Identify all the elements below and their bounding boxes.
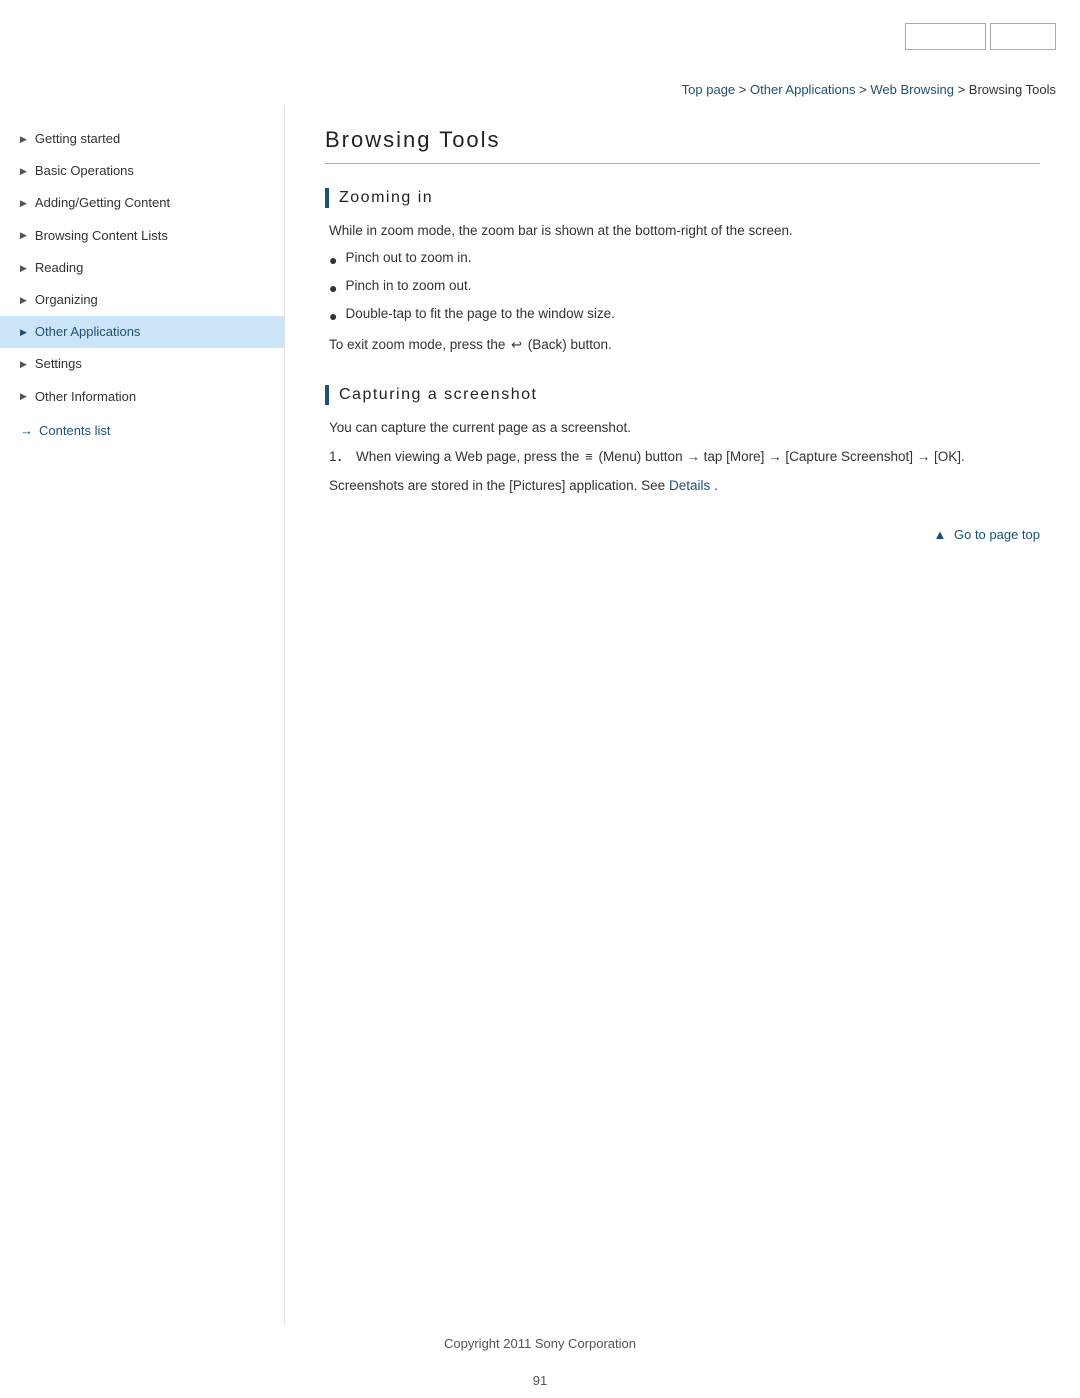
zooming-in-section: Zooming in While in zoom mode, the zoom …: [325, 188, 1040, 357]
screenshot-body: You can capture the current page as a sc…: [325, 417, 1040, 498]
step1-ok: [OK].: [934, 449, 965, 464]
sidebar-item-label: Other Information: [35, 388, 136, 406]
arrow-icon: →: [686, 449, 703, 464]
breadcrumb: Top page > Other Applications > Web Brow…: [0, 72, 1080, 107]
go-to-top-link[interactable]: ▲ Go to page top: [933, 527, 1040, 542]
sidebar-item-label: Other Applications: [35, 323, 141, 341]
contents-list-link[interactable]: → Contents list: [0, 413, 284, 444]
sidebar: ▶ Getting started ▶ Basic Operations ▶ A…: [0, 107, 285, 1324]
sidebar-item-label: Organizing: [35, 291, 98, 309]
sidebar-item-label: Adding/Getting Content: [35, 194, 170, 212]
zooming-in-heading: Zooming in: [325, 188, 1040, 208]
screenshot-note: Screenshots are stored in the [Pictures]…: [329, 475, 1040, 498]
triangle-up-icon: ▲: [933, 527, 946, 542]
menu-icon: ≡: [585, 446, 593, 468]
search-button[interactable]: Search: [905, 23, 986, 50]
breadcrumb-sep1: >: [739, 82, 750, 97]
zooming-bullet-list: ● Pinch out to zoom in. ● Pinch in to zo…: [329, 247, 1040, 328]
sidebar-item-settings[interactable]: ▶ Settings: [0, 348, 284, 380]
page-title: Browsing Tools: [325, 127, 1040, 164]
arrow-icon2: →: [768, 449, 785, 464]
screenshot-note-text: Screenshots are stored in the [Pictures]…: [329, 478, 665, 493]
chevron-right-icon: ▶: [20, 133, 27, 146]
sidebar-item-label: Basic Operations: [35, 162, 134, 180]
chevron-right-icon: ▶: [20, 262, 27, 275]
arrow-right-icon: →: [20, 423, 33, 438]
list-item: 1． When viewing a Web page, press the ≡ …: [329, 446, 1040, 469]
chevron-right-icon: ▶: [20, 229, 27, 242]
print-button[interactable]: Print: [990, 23, 1056, 50]
step1-mid: (Menu) button: [599, 449, 683, 464]
bullet-icon: ●: [329, 249, 337, 273]
exit-zoom-text: To exit zoom mode, press the ↩ (Back) bu…: [329, 334, 1040, 357]
copyright-text: Copyright 2011 Sony Corporation: [0, 1324, 1080, 1363]
bullet-text: Pinch out to zoom in.: [345, 247, 471, 270]
bullet-text: Double-tap to fit the page to the window…: [345, 303, 614, 326]
screenshot-steps: 1． When viewing a Web page, press the ≡ …: [329, 446, 1040, 469]
sidebar-item-label: Reading: [35, 259, 83, 277]
breadcrumb-other-applications[interactable]: Other Applications: [750, 82, 856, 97]
breadcrumb-top-page[interactable]: Top page: [682, 82, 736, 97]
sidebar-item-adding-content[interactable]: ▶ Adding/Getting Content: [0, 187, 284, 219]
chevron-right-icon: ▶: [20, 197, 27, 210]
exit-zoom-post: (Back) button.: [528, 337, 612, 352]
step1-pre: When viewing a Web page, press the: [356, 449, 579, 464]
sidebar-item-reading[interactable]: ▶ Reading: [0, 252, 284, 284]
main-content: Browsing Tools Zooming in While in zoom …: [285, 107, 1080, 1324]
arrow-icon3: →: [917, 449, 934, 464]
list-item: ● Pinch in to zoom out.: [329, 275, 1040, 301]
zooming-in-body: While in zoom mode, the zoom bar is show…: [325, 220, 1040, 357]
sidebar-item-label: Browsing Content Lists: [35, 227, 168, 245]
screenshot-section: Capturing a screenshot You can capture t…: [325, 385, 1040, 498]
exit-zoom-pre: To exit zoom mode, press the: [329, 337, 505, 352]
screenshot-title: Capturing a screenshot: [339, 386, 537, 404]
sidebar-item-basic-operations[interactable]: ▶ Basic Operations: [0, 155, 284, 187]
app-title: Reader™ User Guide: [24, 24, 298, 49]
step-text: When viewing a Web page, press the ≡ (Me…: [356, 446, 965, 469]
step-number: 1．: [329, 446, 350, 469]
sidebar-item-other-applications[interactable]: ▶ Other Applications: [0, 316, 284, 348]
section-bar-icon: [325, 188, 329, 208]
screenshot-intro: You can capture the current page as a sc…: [329, 417, 1040, 440]
details-link[interactable]: Details: [669, 478, 710, 493]
sidebar-item-other-information[interactable]: ▶ Other Information: [0, 381, 284, 413]
sidebar-item-label: Settings: [35, 355, 82, 373]
chevron-right-icon: ▶: [20, 326, 27, 339]
sidebar-item-getting-started[interactable]: ▶ Getting started: [0, 123, 284, 155]
go-to-top-container: ▲ Go to page top: [325, 526, 1040, 542]
list-item: ● Double-tap to fit the page to the wind…: [329, 303, 1040, 329]
chevron-right-icon: ▶: [20, 358, 27, 371]
screenshot-note-end: .: [714, 478, 718, 493]
page-layout: ▶ Getting started ▶ Basic Operations ▶ A…: [0, 107, 1080, 1324]
breadcrumb-current: Browsing Tools: [969, 82, 1056, 97]
breadcrumb-web-browsing[interactable]: Web Browsing: [870, 82, 954, 97]
page-header: Reader™ User Guide Search Print: [0, 0, 1080, 72]
zooming-in-title: Zooming in: [339, 189, 433, 207]
bullet-text: Pinch in to zoom out.: [345, 275, 471, 298]
page-number: 91: [0, 1363, 1080, 1398]
go-to-top-label: Go to page top: [954, 527, 1040, 542]
bullet-icon: ●: [329, 305, 337, 329]
zooming-in-intro: While in zoom mode, the zoom bar is show…: [329, 220, 1040, 243]
sidebar-item-browsing-content-lists[interactable]: ▶ Browsing Content Lists: [0, 220, 284, 252]
list-item: ● Pinch out to zoom in.: [329, 247, 1040, 273]
section-bar-icon: [325, 385, 329, 405]
bullet-icon: ●: [329, 277, 337, 301]
page-footer: Copyright 2011 Sony Corporation 91: [0, 1324, 1080, 1398]
breadcrumb-sep2: >: [859, 82, 870, 97]
back-icon: ↩: [511, 334, 522, 356]
contents-link-label: Contents list: [39, 423, 111, 438]
breadcrumb-sep3: >: [958, 82, 969, 97]
sidebar-item-label: Getting started: [35, 130, 120, 148]
step1-more: tap [More]: [704, 449, 765, 464]
chevron-right-icon: ▶: [20, 390, 27, 403]
chevron-right-icon: ▶: [20, 165, 27, 178]
sidebar-item-organizing[interactable]: ▶ Organizing: [0, 284, 284, 316]
step1-capture: [Capture Screenshot]: [785, 449, 913, 464]
chevron-right-icon: ▶: [20, 294, 27, 307]
screenshot-heading: Capturing a screenshot: [325, 385, 1040, 405]
header-actions: Search Print: [905, 23, 1056, 50]
